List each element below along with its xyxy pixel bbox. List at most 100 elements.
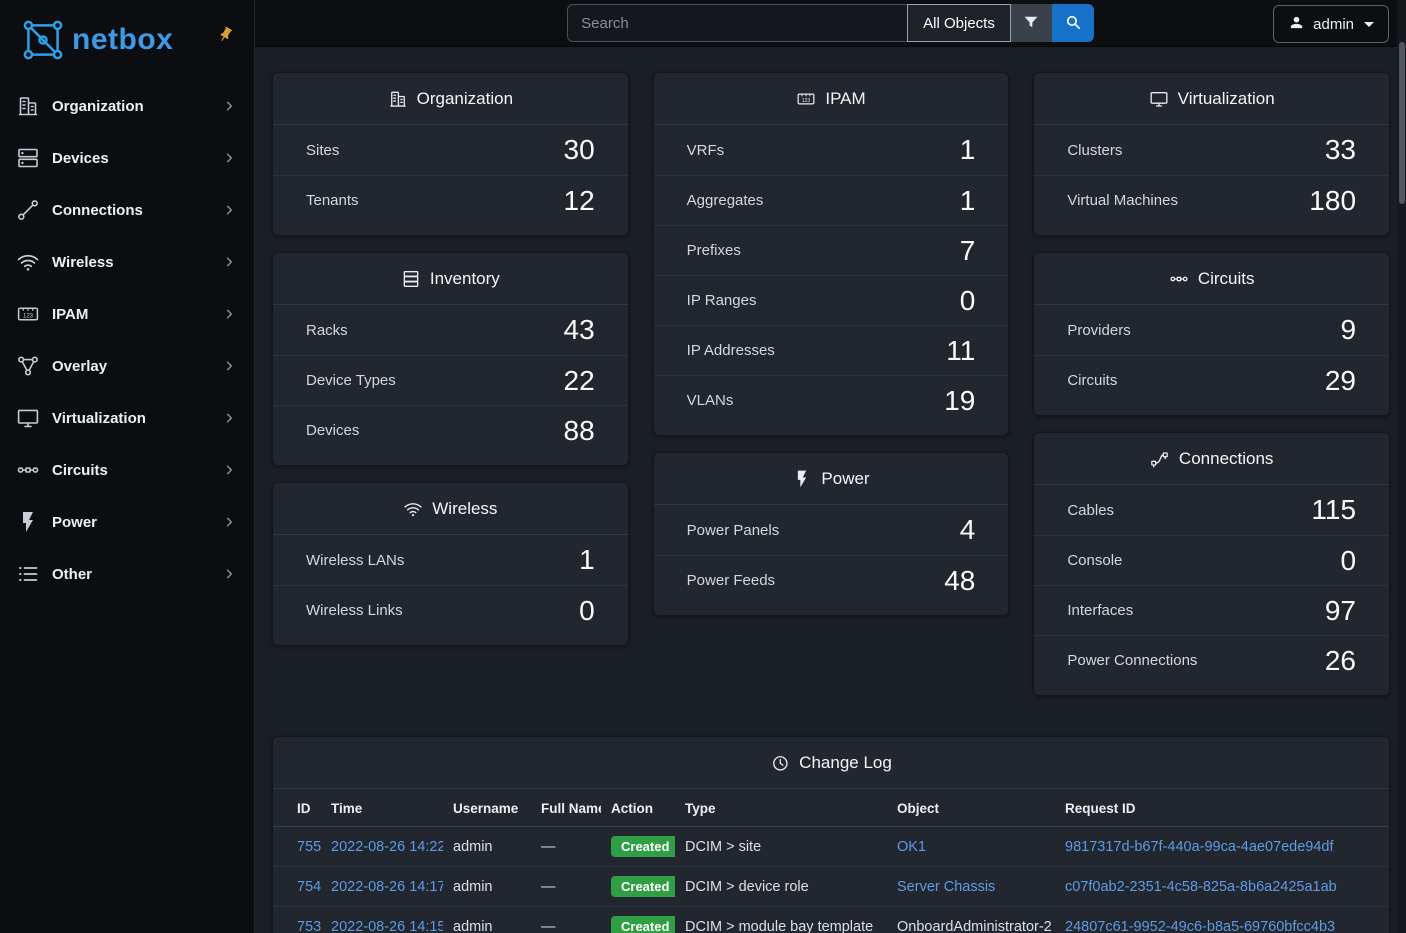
change-object: OnboardAdministrator-2 — [887, 907, 1055, 933]
sidebar-item-devices[interactable]: Devices — [0, 132, 254, 184]
search-input[interactable] — [567, 4, 907, 42]
stat-label: Power Connections — [1067, 652, 1197, 669]
filter-button[interactable] — [1011, 4, 1052, 42]
graph-icon — [16, 354, 40, 378]
cards-column-1: Organization Sites 30 Tenants 12 — [272, 72, 629, 696]
monitor-icon — [16, 406, 40, 430]
stat-value-link[interactable]: 4 — [960, 514, 976, 546]
request-id-link[interactable]: 24807c61-9952-49c6-b8a5-69760bfcc4b3 — [1065, 919, 1335, 933]
stat-row: Virtual Machines 180 — [1034, 175, 1389, 225]
action-badge: Created — [611, 876, 675, 897]
stat-value-link[interactable]: 22 — [564, 365, 595, 397]
search-submit-button[interactable] — [1052, 4, 1094, 42]
organization-card: Organization Sites 30 Tenants 12 — [272, 72, 629, 236]
wifi-icon — [403, 499, 423, 519]
stat-row: Cables 115 — [1034, 485, 1389, 535]
sidebar-item-ipam[interactable]: 123 IPAM — [0, 288, 254, 340]
stat-value-link[interactable]: 97 — [1325, 595, 1356, 627]
card-title: Change Log — [799, 753, 892, 773]
netbox-logo-text[interactable]: netbox — [72, 23, 173, 57]
sidebar-item-virtualization[interactable]: Virtualization — [0, 392, 254, 444]
card-header: Power — [654, 453, 1009, 505]
stat-value-link[interactable]: 11 — [946, 335, 975, 367]
stat-value-link[interactable]: 26 — [1325, 645, 1356, 677]
change-id-link[interactable]: 754 — [297, 879, 321, 895]
stat-value-link[interactable]: 29 — [1325, 365, 1356, 397]
change-object-link[interactable]: Server Chassis — [897, 879, 995, 895]
scrollbar-track[interactable] — [1397, 0, 1406, 933]
column-header-username: Username — [443, 789, 531, 827]
change-fullname: — — [531, 907, 601, 933]
pin-sidebar-icon[interactable] — [217, 26, 234, 48]
stat-value-link[interactable]: 9 — [1340, 314, 1356, 346]
card-title: Inventory — [430, 269, 500, 289]
stat-row: Wireless Links 0 — [273, 585, 628, 635]
sidebar-item-circuits[interactable]: Circuits — [0, 444, 254, 496]
change-type: DCIM > device role — [675, 867, 887, 907]
sidebar-item-organization[interactable]: Organization — [0, 80, 254, 132]
change-object-link[interactable]: OK1 — [897, 839, 926, 855]
stat-row: Providers 9 — [1034, 305, 1389, 355]
stat-value-link[interactable]: 0 — [579, 595, 595, 627]
circuits-card: Circuits Providers 9 Circuits 29 — [1033, 252, 1390, 416]
stat-value-link[interactable]: 12 — [564, 185, 595, 217]
object-type-button[interactable]: All Objects — [907, 4, 1011, 42]
inventory-card: Inventory Racks 43 Device Types 22 Devic… — [272, 252, 629, 466]
changelog-row: 755 2022-08-26 14:22 admin — Created DCI… — [273, 827, 1389, 867]
change-id-link[interactable]: 755 — [297, 839, 321, 855]
stat-value-link[interactable]: 0 — [960, 285, 976, 317]
sidebar-item-connections[interactable]: Connections — [0, 184, 254, 236]
sidebar-item-label: Power — [52, 514, 222, 531]
chevron-right-icon — [222, 307, 236, 321]
sidebar-item-overlay[interactable]: Overlay — [0, 340, 254, 392]
request-id-link[interactable]: c07f0ab2-2351-4c58-825a-8b6a2425a1ab — [1065, 879, 1337, 895]
stat-value-link[interactable]: 1 — [960, 185, 976, 217]
card-title: Organization — [417, 89, 513, 109]
stat-label: Device Types — [306, 372, 396, 389]
connections-card: Connections Cables 115 Console 0 Interfa… — [1033, 432, 1390, 696]
stat-row: Aggregates 1 — [654, 175, 1009, 225]
stat-value-link[interactable]: 33 — [1325, 134, 1356, 166]
chevron-right-icon — [222, 567, 236, 581]
counter-icon: 123 — [16, 302, 40, 326]
sidebar-item-wireless[interactable]: Wireless — [0, 236, 254, 288]
stat-value-link[interactable]: 48 — [944, 565, 975, 597]
sidebar-item-label: Other — [52, 566, 222, 583]
change-username: admin — [443, 867, 531, 907]
card-header: Change Log — [273, 737, 1389, 789]
stat-row: Power Connections 26 — [1034, 635, 1389, 685]
stat-value-link[interactable]: 30 — [564, 134, 595, 166]
stat-value-link[interactable]: 0 — [1340, 545, 1356, 577]
card-title: Circuits — [1198, 269, 1255, 289]
change-time-link[interactable]: 2022-08-26 14:17 — [331, 879, 443, 895]
stat-label: Power Panels — [687, 522, 780, 539]
change-id-link[interactable]: 753 — [297, 919, 321, 933]
scrollbar-thumb[interactable] — [1399, 42, 1405, 204]
counter-icon: 123 — [796, 89, 816, 109]
stat-value-link[interactable]: 43 — [564, 314, 595, 346]
stat-value-link[interactable]: 115 — [1311, 494, 1356, 526]
stat-value-link[interactable]: 180 — [1309, 185, 1356, 217]
column-header-fullname: Full Name — [531, 789, 601, 827]
card-header: Connections — [1034, 433, 1389, 485]
inventory-icon — [401, 269, 421, 289]
sidebar-item-other[interactable]: Other — [0, 548, 254, 600]
stat-value-link[interactable]: 1 — [960, 134, 976, 166]
chevron-right-icon — [222, 151, 236, 165]
sidebar-item-power[interactable]: Power — [0, 496, 254, 548]
change-time-link[interactable]: 2022-08-26 14:15 — [331, 919, 443, 933]
request-id-link[interactable]: 9817317d-b67f-440a-99ca-4ae07ede94df — [1065, 839, 1333, 855]
sidebar-item-label: Circuits — [52, 462, 222, 479]
stat-value-link[interactable]: 7 — [960, 235, 976, 267]
chevron-right-icon — [222, 515, 236, 529]
change-time-link[interactable]: 2022-08-26 14:22 — [331, 839, 443, 855]
stat-value-link[interactable]: 19 — [944, 385, 975, 417]
netbox-logo-icon[interactable] — [18, 15, 68, 65]
change-fullname: — — [531, 867, 601, 907]
user-menu-button[interactable]: admin — [1273, 5, 1389, 43]
stat-label: VLANs — [687, 392, 734, 409]
stat-row: Prefixes 7 — [654, 225, 1009, 275]
stat-value-link[interactable]: 88 — [564, 415, 595, 447]
stat-row: Tenants 12 — [273, 175, 628, 225]
stat-value-link[interactable]: 1 — [579, 544, 595, 576]
